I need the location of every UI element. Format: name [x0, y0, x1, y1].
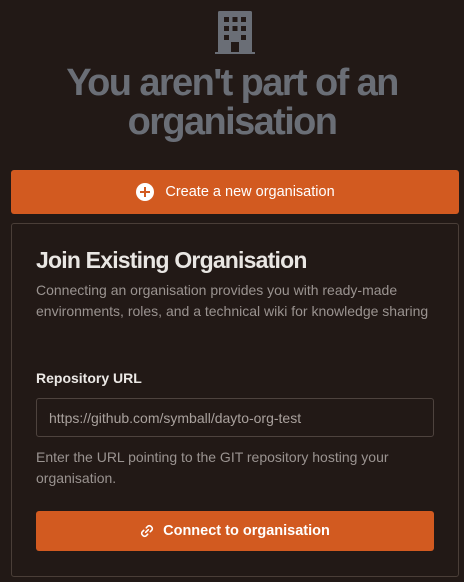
repository-url-label: Repository URL — [36, 370, 142, 386]
empty-organisation-page: You aren't part of an organisation Creat… — [0, 0, 464, 582]
create-organisation-label: Create a new organisation — [165, 184, 335, 200]
connect-organisation-label: Connect to organisation — [163, 523, 330, 539]
join-card-title: Join Existing Organisation — [36, 247, 307, 273]
link-icon — [141, 524, 154, 538]
repository-url-help: Enter the URL pointing to the GIT reposi… — [36, 449, 389, 486]
join-card-description: Connecting an organisation provides you … — [36, 282, 429, 319]
join-organisation-card: Join Existing Organisation Connecting an… — [11, 223, 459, 577]
repository-url-input[interactable] — [36, 398, 434, 437]
page-title: You aren't part of an organisation — [66, 62, 399, 143]
plus-circle-icon — [136, 183, 155, 201]
create-organisation-button[interactable]: Create a new organisation — [11, 170, 459, 214]
building-icon — [215, 11, 255, 54]
connect-organisation-button[interactable]: Connect to organisation — [36, 511, 434, 551]
